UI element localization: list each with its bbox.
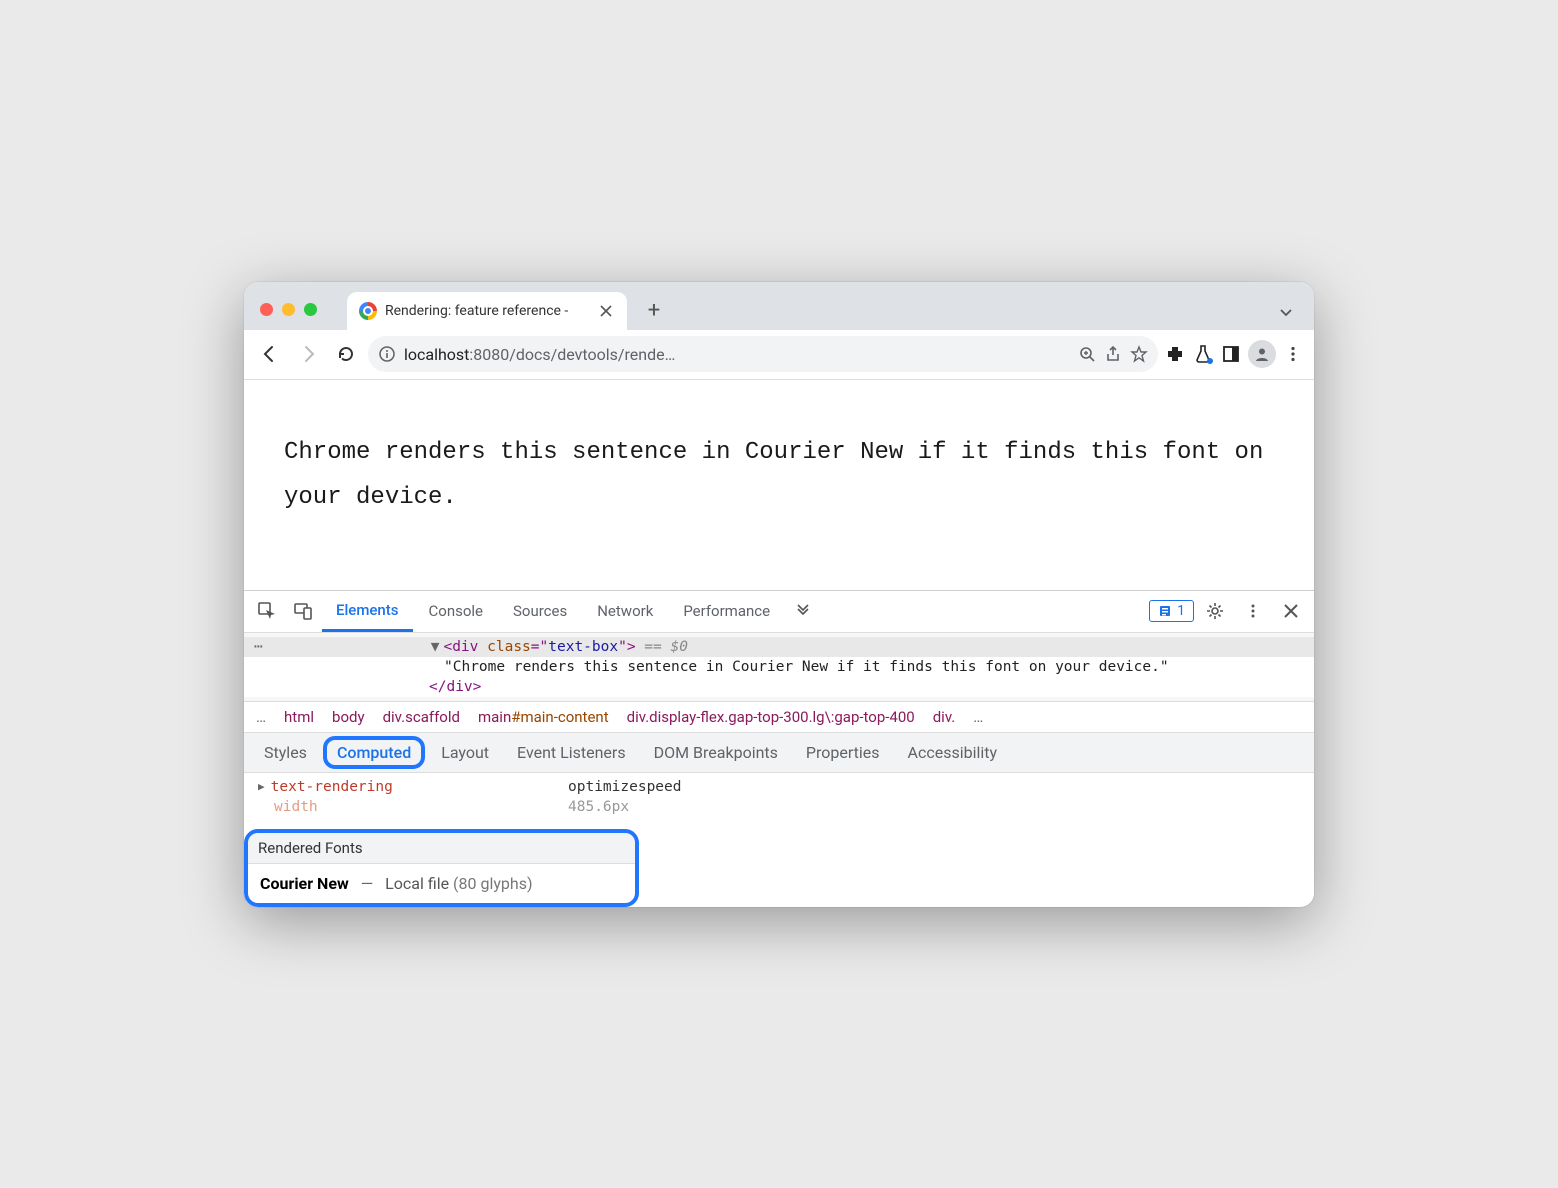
back-button[interactable] <box>254 338 286 370</box>
font-name: Courier New <box>260 874 349 893</box>
expand-triangle-icon[interactable]: ▶ <box>258 780 265 793</box>
rendered-fonts-section: Rendered Fonts Courier New — Local file … <box>244 829 639 907</box>
subtab-properties[interactable]: Properties <box>794 737 892 768</box>
tab-title: Rendering: feature reference - <box>385 303 591 319</box>
maximize-window-button[interactable] <box>304 303 317 316</box>
subtab-dom-breakpoints[interactable]: DOM Breakpoints <box>642 737 790 768</box>
tab-sources[interactable]: Sources <box>499 591 581 632</box>
close-tab-button[interactable] <box>599 304 613 318</box>
chrome-favicon-icon <box>359 302 377 320</box>
subtab-styles[interactable]: Styles <box>252 737 319 768</box>
dom-breadcrumbs[interactable]: … html body div.scaffold main#main-conte… <box>244 701 1314 733</box>
devtools-menu-icon[interactable] <box>1236 594 1270 628</box>
window-controls <box>254 303 325 330</box>
computed-properties: ▶text-rendering optimizespeed width 485.… <box>244 773 1314 823</box>
annotation-highlight: Computed <box>323 736 425 769</box>
labs-icon[interactable] <box>1192 343 1214 365</box>
computed-property-row[interactable]: ▶text-rendering optimizespeed <box>244 777 1314 797</box>
sample-text: Chrome renders this sentence in Courier … <box>284 439 1263 512</box>
breadcrumb-item[interactable]: body <box>332 708 365 726</box>
more-tabs-chevron-icon[interactable] <box>786 594 820 628</box>
url-text: localhost:8080/docs/devtools/rende… <box>404 345 675 364</box>
browser-menu-icon[interactable] <box>1282 343 1304 365</box>
settings-gear-icon[interactable] <box>1198 594 1232 628</box>
breadcrumb-item[interactable]: main#main-content <box>478 708 609 726</box>
dom-text-node[interactable]: "Chrome renders this sentence in Courier… <box>244 657 1314 677</box>
side-panel-icon[interactable] <box>1220 343 1242 365</box>
breadcrumb-overflow-left-icon[interactable]: … <box>256 708 266 726</box>
rendered-fonts-entry: Courier New — Local file (80 glyphs) <box>248 864 635 903</box>
inspect-element-icon[interactable] <box>250 594 284 628</box>
device-toolbar-icon[interactable] <box>286 594 320 628</box>
tab-elements[interactable]: Elements <box>322 591 413 632</box>
zoom-icon[interactable] <box>1078 345 1096 363</box>
site-info-icon[interactable] <box>378 345 396 363</box>
extensions-icon[interactable] <box>1164 343 1186 365</box>
browser-toolbar: localhost:8080/docs/devtools/rende… <box>244 330 1314 380</box>
dom-ellipsis-icon[interactable]: ⋯ <box>254 639 271 655</box>
dom-tree[interactable]: ⋯ ▼ <div class="text-box"> == $0 "Chrome… <box>244 633 1314 701</box>
browser-tab[interactable]: Rendering: feature reference - <box>347 292 627 330</box>
tab-performance[interactable]: Performance <box>669 591 784 632</box>
browser-window: Rendering: feature reference - + localho… <box>244 282 1314 907</box>
dom-close-tag[interactable]: </div> <box>244 677 1314 697</box>
issues-counter[interactable]: 1 <box>1149 600 1194 622</box>
reload-button[interactable] <box>330 338 362 370</box>
forward-button[interactable] <box>292 338 324 370</box>
computed-property-row[interactable]: width 485.6px <box>244 797 1314 817</box>
breadcrumb-item[interactable]: div. <box>933 708 956 726</box>
subtab-computed[interactable]: Computed <box>337 743 411 762</box>
font-source: Local file <box>385 874 449 893</box>
subtab-accessibility[interactable]: Accessibility <box>896 737 1010 768</box>
tab-console[interactable]: Console <box>415 591 498 632</box>
tab-strip: Rendering: feature reference - + <box>244 282 1314 330</box>
subtab-event-listeners[interactable]: Event Listeners <box>505 737 638 768</box>
minimize-window-button[interactable] <box>282 303 295 316</box>
breadcrumb-overflow-right-icon[interactable]: … <box>973 708 983 726</box>
new-tab-button[interactable]: + <box>639 296 669 326</box>
font-glyph-count: (80 glyphs) <box>453 874 533 893</box>
styles-subpanel-tabs: Styles Computed Layout Event Listeners D… <box>244 733 1314 773</box>
address-bar[interactable]: localhost:8080/docs/devtools/rende… <box>368 336 1158 372</box>
tab-list-chevron-icon[interactable] <box>1278 304 1294 320</box>
close-devtools-icon[interactable] <box>1274 594 1308 628</box>
omnibox-actions <box>1078 345 1148 363</box>
breadcrumb-item[interactable]: div.scaffold <box>383 708 460 726</box>
share-icon[interactable] <box>1104 345 1122 363</box>
page-content: Chrome renders this sentence in Courier … <box>244 380 1314 590</box>
subtab-layout[interactable]: Layout <box>429 737 501 768</box>
bookmark-star-icon[interactable] <box>1130 345 1148 363</box>
breadcrumb-item[interactable]: html <box>284 708 314 726</box>
close-window-button[interactable] <box>260 303 273 316</box>
tab-network[interactable]: Network <box>583 591 667 632</box>
issues-icon <box>1158 604 1172 618</box>
profile-avatar[interactable] <box>1248 340 1276 368</box>
disclosure-triangle-icon[interactable]: ▼ <box>431 639 440 655</box>
breadcrumb-item[interactable]: div.display-flex.gap-top-300.lg\:gap-top… <box>627 708 915 726</box>
dom-open-tag: <div class="text-box"> == $0 <box>443 639 687 655</box>
rendered-fonts-header: Rendered Fonts <box>248 833 635 864</box>
devtools-panel: Elements Console Sources Network Perform… <box>244 590 1314 907</box>
devtools-tab-bar: Elements Console Sources Network Perform… <box>244 591 1314 633</box>
dom-node-selected[interactable]: ⋯ ▼ <div class="text-box"> == $0 <box>244 637 1314 657</box>
